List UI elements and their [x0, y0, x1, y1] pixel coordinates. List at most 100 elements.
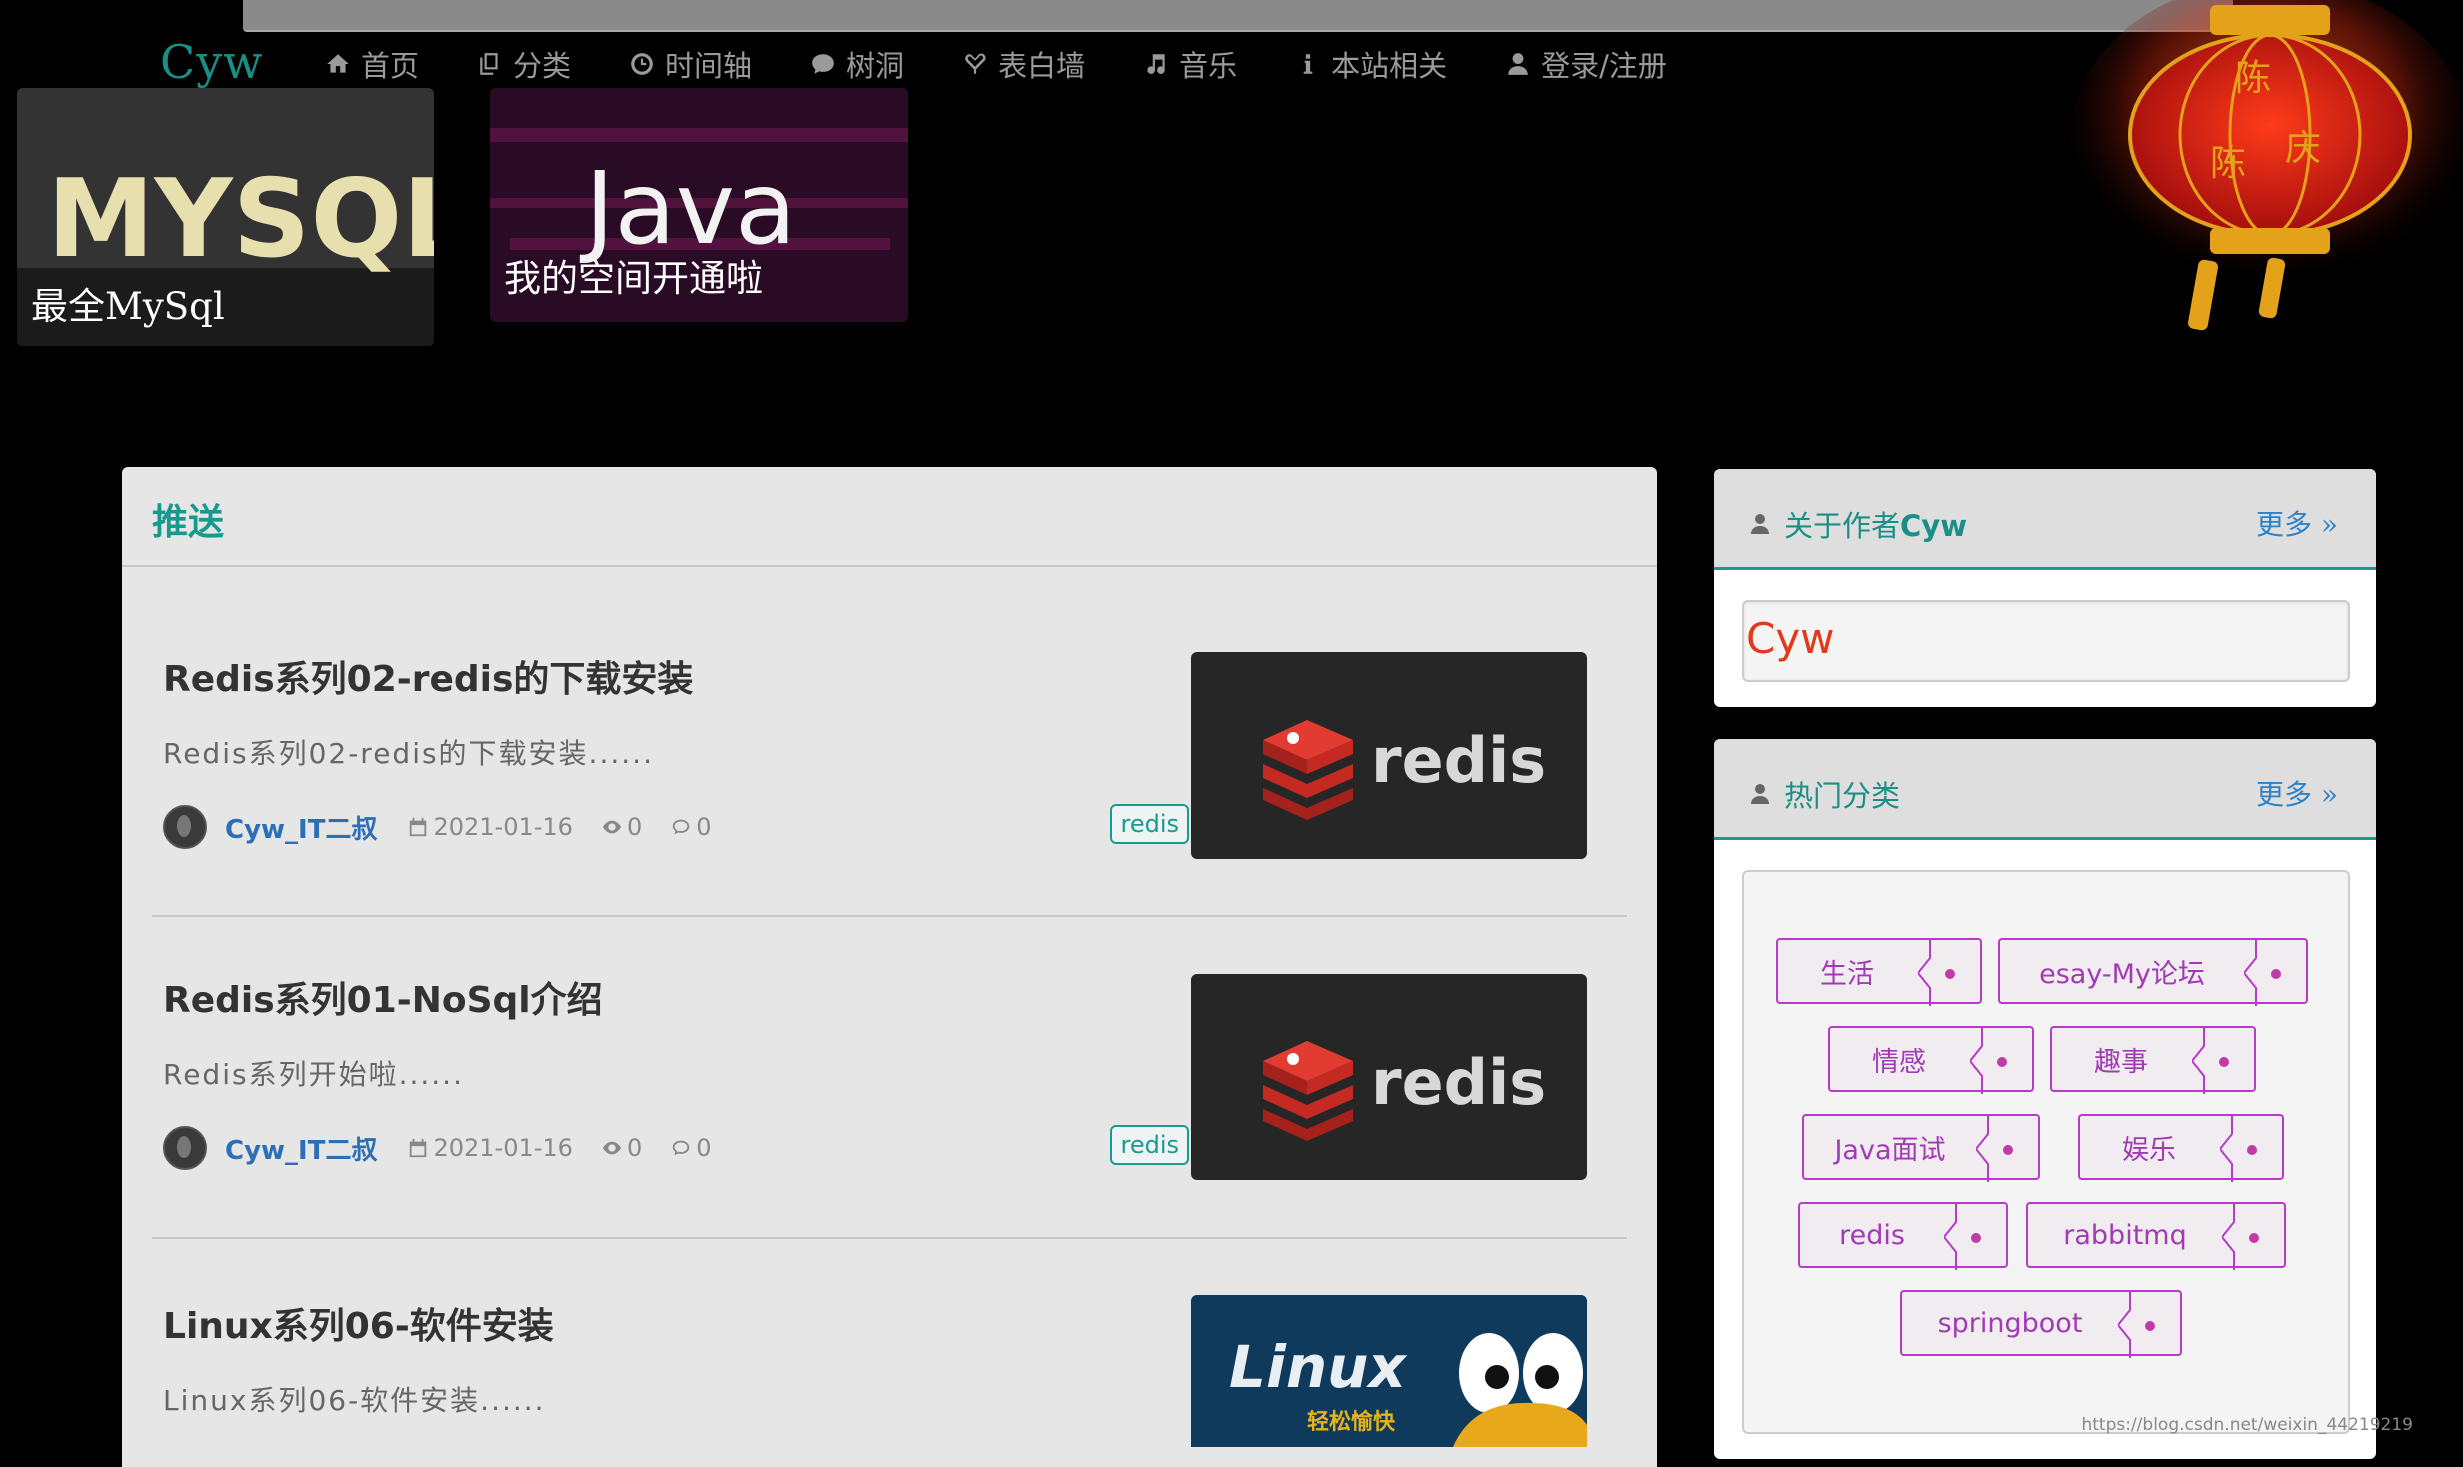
comment-count: 0 [696, 813, 712, 841]
svg-text:redis: redis [1371, 1046, 1546, 1119]
author-link[interactable]: Cyw_IT二叔 [225, 809, 377, 846]
author-name-box: Cyw [1742, 600, 2350, 682]
post-thumbnail[interactable]: redis [1191, 974, 1587, 1180]
category-tag[interactable]: rabbitmq [2026, 1202, 2286, 1270]
home-icon [327, 54, 349, 73]
calendar-icon [410, 817, 427, 837]
copy-icon [480, 53, 498, 75]
redis-logo-image: redis [1191, 652, 1587, 859]
info-icon [1303, 54, 1313, 74]
lantern-decoration: 陈 陈 庆 [2070, 0, 2460, 331]
hot-categories-widget: 热门分类 更多 » 生活 esay-My论坛 情感 趣事 Java面试 娱乐 r… [1714, 739, 2376, 1459]
nav-about-site[interactable]: 本站相关 [1295, 44, 1447, 84]
category-tag-cloud: 生活 esay-My论坛 情感 趣事 Java面试 娱乐 redis rabbi… [1742, 870, 2350, 1434]
svg-text:MYSQL: MYSQL [47, 157, 434, 282]
post-meta: Cyw_IT二叔 2021-01-16 0 0 [163, 1126, 740, 1170]
svg-text:轻松愉快: 轻松愉快 [1307, 1409, 1396, 1435]
watermark: https://blog.csdn.net/weixin_44219219 [2081, 1415, 2413, 1435]
post-divider [152, 1237, 1627, 1239]
push-panel: 推送 Redis系列02-redis的下载安装 Redis系列02-redis的… [122, 467, 1657, 1467]
site-logo[interactable]: Cyw [160, 35, 264, 89]
avatar[interactable] [163, 1126, 207, 1170]
double-chevron-right-icon: » [2320, 508, 2338, 541]
post-excerpt: Redis系列开始啦...... [163, 1058, 464, 1091]
comment-icon [672, 1140, 690, 1156]
author-link[interactable]: Cyw_IT二叔 [225, 1130, 377, 1167]
dot-icon [1945, 969, 1955, 979]
widget-header: 热门分类 更多 » [1714, 739, 2376, 840]
post-excerpt: Redis系列02-redis的下载安装...... [163, 737, 654, 770]
user-icon [1751, 514, 1769, 534]
comment-icon [812, 54, 834, 74]
user-icon [1508, 53, 1528, 75]
category-tag[interactable]: springboot [1900, 1290, 2182, 1358]
category-tag[interactable]: 娱乐 [2078, 1114, 2284, 1182]
post-date: 2021-01-16 [433, 813, 573, 841]
eye-icon [602, 1141, 622, 1155]
nav-login-register[interactable]: 登录/注册 [1505, 44, 1667, 84]
widget-title: 关于作者Cyw [1748, 503, 1967, 545]
lantern-char-2: 陈 [2210, 143, 2246, 184]
music-icon [1147, 54, 1165, 74]
dot-icon [1971, 1233, 1981, 1243]
lantern-char-3: 庆 [2285, 128, 2321, 169]
eye-icon [602, 820, 622, 834]
category-tag[interactable]: Java面试 [1802, 1114, 2040, 1182]
redis-logo-image: redis [1191, 974, 1587, 1180]
nav-confession-wall[interactable]: 表白墙 [962, 44, 1085, 84]
comment-icon [672, 819, 690, 835]
post-title[interactable]: Redis系列01-NoSql介绍 [163, 971, 603, 1023]
featured-java[interactable]: Java 我的空间开通啦 [490, 88, 908, 322]
post-meta: Cyw_IT二叔 2021-01-16 0 0 [163, 805, 740, 849]
svg-text:Linux: Linux [1229, 1333, 1407, 1401]
post-thumbnail[interactable]: Linux 轻松愉快 [1191, 1295, 1587, 1447]
nav-category[interactable]: 分类 [477, 44, 571, 84]
lantern-char-1: 陈 [2235, 58, 2271, 99]
widget-header: 关于作者Cyw 更多 » [1714, 469, 2376, 570]
category-tag[interactable]: 情感 [1828, 1026, 2034, 1094]
nav-treehole[interactable]: 树洞 [810, 44, 904, 84]
category-tag[interactable]: esay-My论坛 [1998, 938, 2308, 1006]
top-scrollbar [243, 0, 2233, 32]
post-excerpt: Linux系列06-软件安装...... [163, 1384, 546, 1417]
post-tag[interactable]: redis [1110, 1125, 1189, 1165]
heart-icon [965, 53, 986, 74]
svg-text:redis: redis [1371, 724, 1546, 797]
more-link[interactable]: 更多 » [2256, 773, 2338, 813]
clock-icon [631, 53, 653, 75]
category-tag[interactable]: 趣事 [2050, 1026, 2256, 1094]
double-chevron-right-icon: » [2320, 778, 2338, 811]
featured-mysql[interactable]: MYSQL 最全MySql [17, 88, 434, 346]
post-title[interactable]: Linux系列06-软件安装 [163, 1297, 554, 1349]
nav-home[interactable]: 首页 [325, 44, 419, 84]
view-count: 0 [626, 813, 643, 841]
about-author-widget: 关于作者Cyw 更多 » Cyw [1714, 469, 2376, 707]
dot-icon [2003, 1145, 2013, 1155]
dot-icon [2145, 1321, 2155, 1331]
view-count: 0 [626, 1134, 643, 1162]
main-nav: 首页 分类 时间轴 树洞 表白墙 音乐 本站相关 登录/注册 [325, 44, 1725, 84]
nav-music[interactable]: 音乐 [1143, 44, 1237, 84]
dot-icon [2219, 1057, 2229, 1067]
nav-timeline[interactable]: 时间轴 [629, 44, 752, 84]
avatar[interactable] [163, 805, 207, 849]
more-link[interactable]: 更多 » [2256, 503, 2338, 543]
linux-tux-image: Linux 轻松愉快 [1191, 1295, 1587, 1447]
post-thumbnail[interactable]: redis [1191, 652, 1587, 859]
category-tag[interactable]: 生活 [1776, 938, 1982, 1006]
post-divider [152, 915, 1627, 917]
dot-icon [2271, 969, 2281, 979]
category-tag[interactable]: redis [1798, 1202, 2008, 1270]
dot-icon [1997, 1057, 2007, 1067]
widget-title: 热门分类 [1748, 773, 1900, 815]
post-date: 2021-01-16 [433, 1134, 573, 1162]
post-tag[interactable]: redis [1110, 804, 1189, 844]
panel-title: 推送 [152, 502, 225, 543]
comment-count: 0 [696, 1134, 712, 1162]
user-icon [1751, 784, 1769, 804]
dot-icon [2247, 1145, 2257, 1155]
author-name: Cyw [1746, 614, 1835, 663]
featured-caption: 我的空间开通啦 [504, 257, 763, 300]
post-title[interactable]: Redis系列02-redis的下载安装 [163, 650, 693, 702]
featured-caption: 最全MySql [31, 285, 225, 328]
